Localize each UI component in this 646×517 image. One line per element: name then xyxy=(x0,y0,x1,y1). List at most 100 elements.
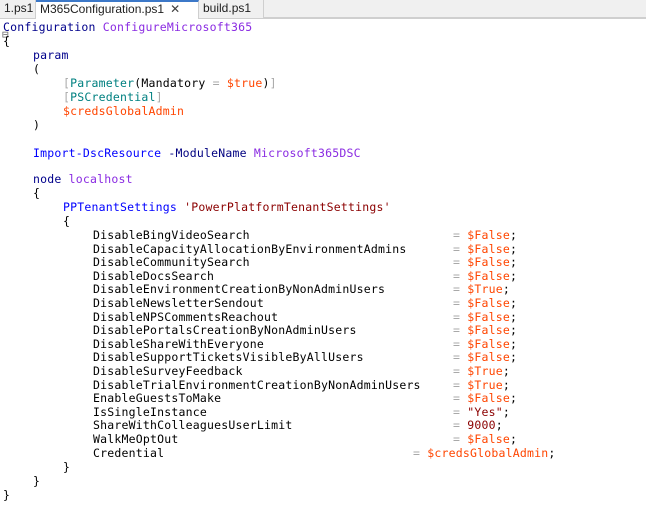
tab-bar: 1.ps1 M365Configuration.ps1 ✕ build.ps1 xyxy=(0,0,646,19)
fold-gutter: ⊟ xyxy=(0,19,12,517)
param-keyword: param xyxy=(33,48,69,62)
code-line-credential: Credential xyxy=(93,446,165,461)
tab-label: build.ps1 xyxy=(203,1,252,15)
setting-value: = $False; xyxy=(453,432,517,447)
code-editor[interactable]: ⊟ Configuration ConfigureMicrosoft365 { … xyxy=(0,19,646,517)
setting-value-text: 9000 xyxy=(467,418,496,433)
close-paren: ) xyxy=(33,118,41,132)
setting-key-text: DisableSurveyFeedback xyxy=(93,364,243,378)
code-line-creds-var: $credsGlobalAdmin xyxy=(63,104,185,119)
setting-value-text: $False xyxy=(467,323,510,338)
equals: = xyxy=(453,364,468,378)
semicolon: ; xyxy=(510,255,518,270)
configuration-keyword: Configuration xyxy=(3,20,96,34)
setting-value: = 9000; xyxy=(453,419,503,433)
equals: = xyxy=(205,76,227,90)
open-brace: { xyxy=(63,214,71,228)
setting-key: WalkMeOptOut xyxy=(93,432,179,447)
tab-bar-empty xyxy=(264,0,646,18)
setting-value-text: $True xyxy=(467,364,503,378)
setting-value-text: $False xyxy=(467,255,510,270)
setting-key-text: DisableSupportTicketsVisibleByAllUsers xyxy=(93,350,364,365)
setting-key-text: DisableCapacityAllocationByEnvironmentAd… xyxy=(93,241,407,256)
equals: = xyxy=(453,268,468,283)
setting-key-text: DisableEnvironmentCreationByNonAdminUser… xyxy=(93,282,386,297)
semicolon: ; xyxy=(502,364,510,378)
setting-value-text: $False xyxy=(467,391,510,406)
tab-label: 1.ps1 xyxy=(4,1,34,15)
setting-key: DisableNewsletterSendout xyxy=(93,296,264,311)
equals: = xyxy=(453,377,468,392)
code-line-resource-close: } xyxy=(63,460,70,475)
semicolon: ; xyxy=(495,418,503,433)
node-keyword: node xyxy=(33,172,62,186)
open-brace: { xyxy=(33,186,41,200)
setting-value-text: $False xyxy=(467,268,510,283)
semicolon: ; xyxy=(510,268,518,283)
setting-key: ShareWithColleaguesUserLimit xyxy=(93,419,292,433)
setting-value-text: $False xyxy=(467,241,510,256)
setting-value: = $False; xyxy=(453,351,517,365)
code-line-node: node localhost xyxy=(33,172,133,187)
equals: = xyxy=(453,296,468,310)
code-line-parameter-attr: [Parameter(Mandatory = $true)] xyxy=(63,76,277,91)
code-line-credential-value: = $credsGlobalAdmin; xyxy=(413,446,556,461)
tab-m365configuration-ps1[interactable]: M365Configuration.ps1 ✕ xyxy=(36,0,199,19)
setting-value: = $True; xyxy=(453,364,510,379)
setting-key-text: DisableNewsletterSendout xyxy=(93,296,264,310)
code-line-node-open: { xyxy=(33,186,41,201)
paren: ) xyxy=(262,76,270,90)
configuration-name: ConfigureMicrosoft365 xyxy=(102,20,253,34)
setting-value-text: $False xyxy=(467,309,510,324)
semicolon: ; xyxy=(502,282,510,297)
setting-key: EnableGuestsToMake xyxy=(93,391,221,406)
equals: = xyxy=(453,418,468,433)
equals: = xyxy=(453,432,468,446)
semicolon: ; xyxy=(510,228,518,242)
setting-key-text: DisableBingVideoSearch xyxy=(93,228,250,242)
setting-key: DisableShareWithEveryone xyxy=(93,336,264,352)
semicolon: ; xyxy=(510,241,518,256)
setting-key-text: DisablePortalsCreationByNonAdminUsers xyxy=(93,323,357,338)
setting-value: = $False; xyxy=(453,309,517,325)
setting-key-text: DisableNPSCommentsReachout xyxy=(93,309,279,324)
equals: = xyxy=(413,446,428,460)
mandatory-arg: Mandatory xyxy=(141,76,206,90)
setting-key: DisablePortalsCreationByNonAdminUsers xyxy=(93,323,357,338)
tab-1-ps1[interactable]: 1.ps1 xyxy=(0,0,36,18)
credential-value: $credsGlobalAdmin xyxy=(427,446,549,460)
setting-value-text: $True xyxy=(467,282,503,297)
semicolon: ; xyxy=(548,446,556,460)
setting-value: = $True; xyxy=(453,377,510,393)
setting-key-text: IsSingleInstance xyxy=(93,404,207,419)
equals: = xyxy=(453,255,468,270)
close-icon[interactable]: ✕ xyxy=(170,2,180,16)
equals: = xyxy=(453,241,468,256)
setting-key-text: WalkMeOptOut xyxy=(93,432,179,446)
tab-label: M365Configuration.ps1 xyxy=(40,2,165,16)
parameter-attribute: Parameter xyxy=(70,76,135,90)
code-line-config-close: } xyxy=(3,488,10,503)
setting-value-text: $False xyxy=(467,228,510,242)
creds-variable: $credsGlobalAdmin xyxy=(63,104,185,118)
setting-value: = $False; xyxy=(453,337,517,352)
setting-key: DisableSurveyFeedback xyxy=(93,364,243,379)
setting-value: = $False; xyxy=(453,268,518,284)
true-value: $true xyxy=(226,76,263,90)
credential-key: Credential xyxy=(93,446,165,460)
setting-key-text: DisableDocsSearch xyxy=(93,268,215,283)
node-name: localhost xyxy=(68,172,133,186)
equals: = xyxy=(453,350,468,365)
setting-value: = "Yes"; xyxy=(453,405,510,420)
code-line-resource-open: { xyxy=(63,214,71,229)
code-line-resource: PPTenantSettings 'PowerPlatformTenantSet… xyxy=(63,200,391,215)
setting-key-text: DisableShareWithEveryone xyxy=(93,336,264,351)
setting-key: DisableBingVideoSearch xyxy=(93,228,250,243)
code-line-1: Configuration ConfigureMicrosoft365 xyxy=(3,20,253,35)
setting-value: = $False; xyxy=(453,241,518,257)
tab-build-ps1[interactable]: build.ps1 xyxy=(199,0,264,18)
setting-value: = $False; xyxy=(453,228,518,243)
semicolon: ; xyxy=(502,377,510,392)
code-line-import: Import-DscResource -ModuleName Microsoft… xyxy=(33,146,361,161)
bracket: ] xyxy=(269,76,277,90)
